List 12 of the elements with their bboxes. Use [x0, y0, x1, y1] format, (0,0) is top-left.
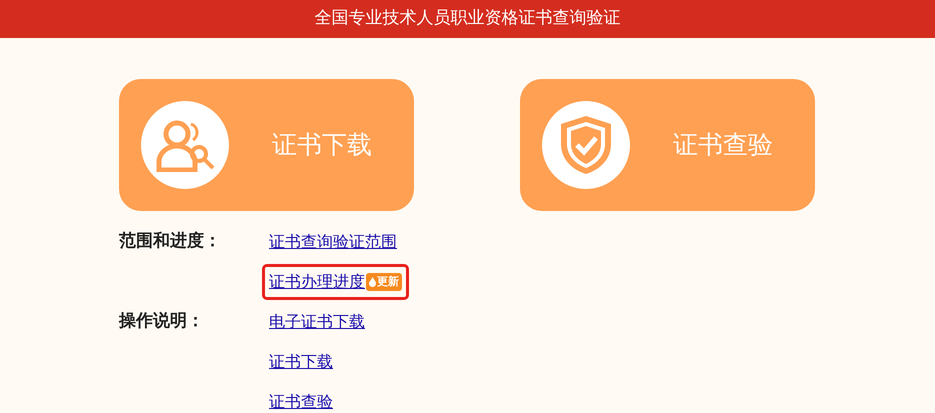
page-title: 全国专业技术人员职业资格证书查询验证: [314, 7, 620, 30]
text-link[interactable]: 证书查验: [269, 390, 333, 413]
badge-text: 更新: [377, 274, 399, 290]
text-link[interactable]: 证书办理进度: [269, 270, 365, 294]
user-search-icon: [155, 118, 215, 172]
section-label: 范围和进度：: [119, 230, 221, 254]
text-link[interactable]: 证书查询验证范围: [269, 230, 397, 254]
section-label: 操作说明：: [119, 310, 204, 334]
text-link[interactable]: 证书下载: [269, 350, 333, 374]
flame-icon: [369, 277, 376, 287]
text-link[interactable]: 电子证书下载: [269, 310, 365, 334]
shield-check-icon: [559, 114, 613, 176]
